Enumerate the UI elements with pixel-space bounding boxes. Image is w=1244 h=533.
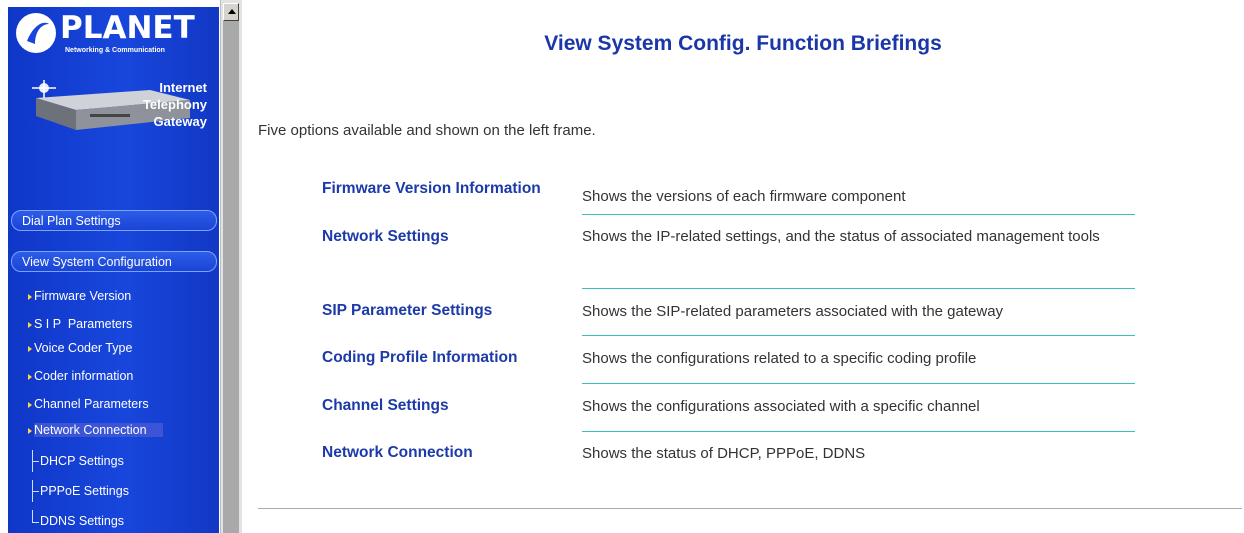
briefing-desc: Shows the configurations associated with… bbox=[582, 398, 980, 415]
menu-pppoe-settings[interactable]: PPPoE Settings bbox=[32, 480, 129, 502]
bottom-divider bbox=[258, 508, 1242, 509]
row-divider bbox=[582, 288, 1135, 289]
briefing-desc: Shows the status of DHCP, PPPoE, DDNS bbox=[582, 445, 866, 462]
product-line-1: Internet bbox=[159, 80, 207, 95]
briefing-desc: Shows the IP-related settings, and the s… bbox=[582, 228, 1100, 245]
briefing-desc: Shows the SIP-related parameters associa… bbox=[582, 303, 1004, 320]
view-system-configuration-button[interactable]: View System Configuration bbox=[11, 251, 217, 272]
menu-label: Voice Coder Type bbox=[34, 341, 133, 355]
brand-header: PLANET Networking & Communication Intern… bbox=[8, 7, 219, 167]
briefing-name: Firmware Version Information bbox=[322, 180, 541, 197]
dial-plan-settings-button[interactable]: Dial Plan Settings bbox=[11, 210, 217, 231]
menu-channel-parameters[interactable]: Channel Parameters bbox=[28, 397, 149, 411]
scroll-up-arrow-icon[interactable] bbox=[223, 3, 239, 21]
menu-label: Channel Parameters bbox=[34, 397, 149, 411]
intro-text: Five options available and shown on the … bbox=[258, 122, 596, 139]
planet-logo-icon bbox=[16, 13, 56, 53]
menu-label: DHCP Settings bbox=[40, 454, 124, 468]
tree-branch-icon bbox=[32, 480, 39, 502]
briefing-name: Channel Settings bbox=[322, 397, 449, 414]
menu-ddns-settings[interactable]: DDNS Settings bbox=[32, 510, 125, 528]
product-line-2: Telephony bbox=[142, 97, 207, 112]
menu-firmware-version[interactable]: Firmware Version bbox=[28, 289, 132, 303]
menu-label: Coder information bbox=[34, 369, 134, 383]
page-title: View System Config. Function Briefings bbox=[544, 32, 942, 55]
bullet-arrow-icon bbox=[28, 374, 32, 380]
row-divider bbox=[582, 431, 1135, 432]
menu-label: Firmware Version bbox=[34, 289, 132, 303]
bullet-arrow-icon bbox=[28, 322, 32, 328]
menu-coder-information[interactable]: Coder information bbox=[28, 369, 134, 383]
sidebar-scrollbar[interactable] bbox=[220, 0, 242, 533]
briefing-name: SIP Parameter Settings bbox=[322, 302, 493, 319]
menu-sip-parameters[interactable]: S I P Parameters bbox=[28, 317, 133, 331]
scroll-thumb[interactable] bbox=[223, 21, 239, 533]
row-divider bbox=[582, 383, 1135, 384]
sidebar-nav: PLANET Networking & Communication Intern… bbox=[8, 7, 219, 533]
tree-end-icon bbox=[32, 510, 39, 523]
menu-network-connection[interactable]: Network Connection bbox=[28, 423, 163, 437]
row-divider bbox=[582, 214, 1135, 215]
bullet-arrow-icon bbox=[28, 294, 32, 300]
briefing-name: Coding Profile Information bbox=[322, 349, 518, 366]
menu-dhcp-settings[interactable]: DHCP Settings bbox=[32, 450, 124, 472]
bullet-arrow-icon bbox=[28, 428, 32, 434]
menu-label: PPPoE Settings bbox=[40, 484, 129, 498]
bullet-arrow-icon bbox=[28, 402, 32, 408]
briefing-name: Network Settings bbox=[322, 228, 449, 245]
briefing-desc: Shows the versions of each firmware comp… bbox=[582, 188, 906, 205]
briefing-name: Network Connection bbox=[322, 444, 473, 461]
product-line-3: Gateway bbox=[153, 114, 207, 129]
row-divider bbox=[582, 335, 1135, 336]
main-content: View System Config. Function Briefings F… bbox=[242, 0, 1244, 533]
menu-voice-coder-type[interactable]: Voice Coder Type bbox=[28, 341, 133, 355]
menu-label: Network Connection bbox=[34, 423, 147, 437]
briefing-desc: Shows the configurations related to a sp… bbox=[582, 350, 977, 367]
bullet-arrow-icon bbox=[28, 346, 32, 352]
menu-label: DDNS Settings bbox=[40, 514, 125, 528]
menu-label: S I P Parameters bbox=[34, 317, 133, 331]
tree-branch-icon bbox=[32, 450, 39, 472]
brand-logo-text: PLANET bbox=[60, 10, 195, 46]
brand-logo-subtext: Networking & Communication bbox=[65, 47, 165, 54]
